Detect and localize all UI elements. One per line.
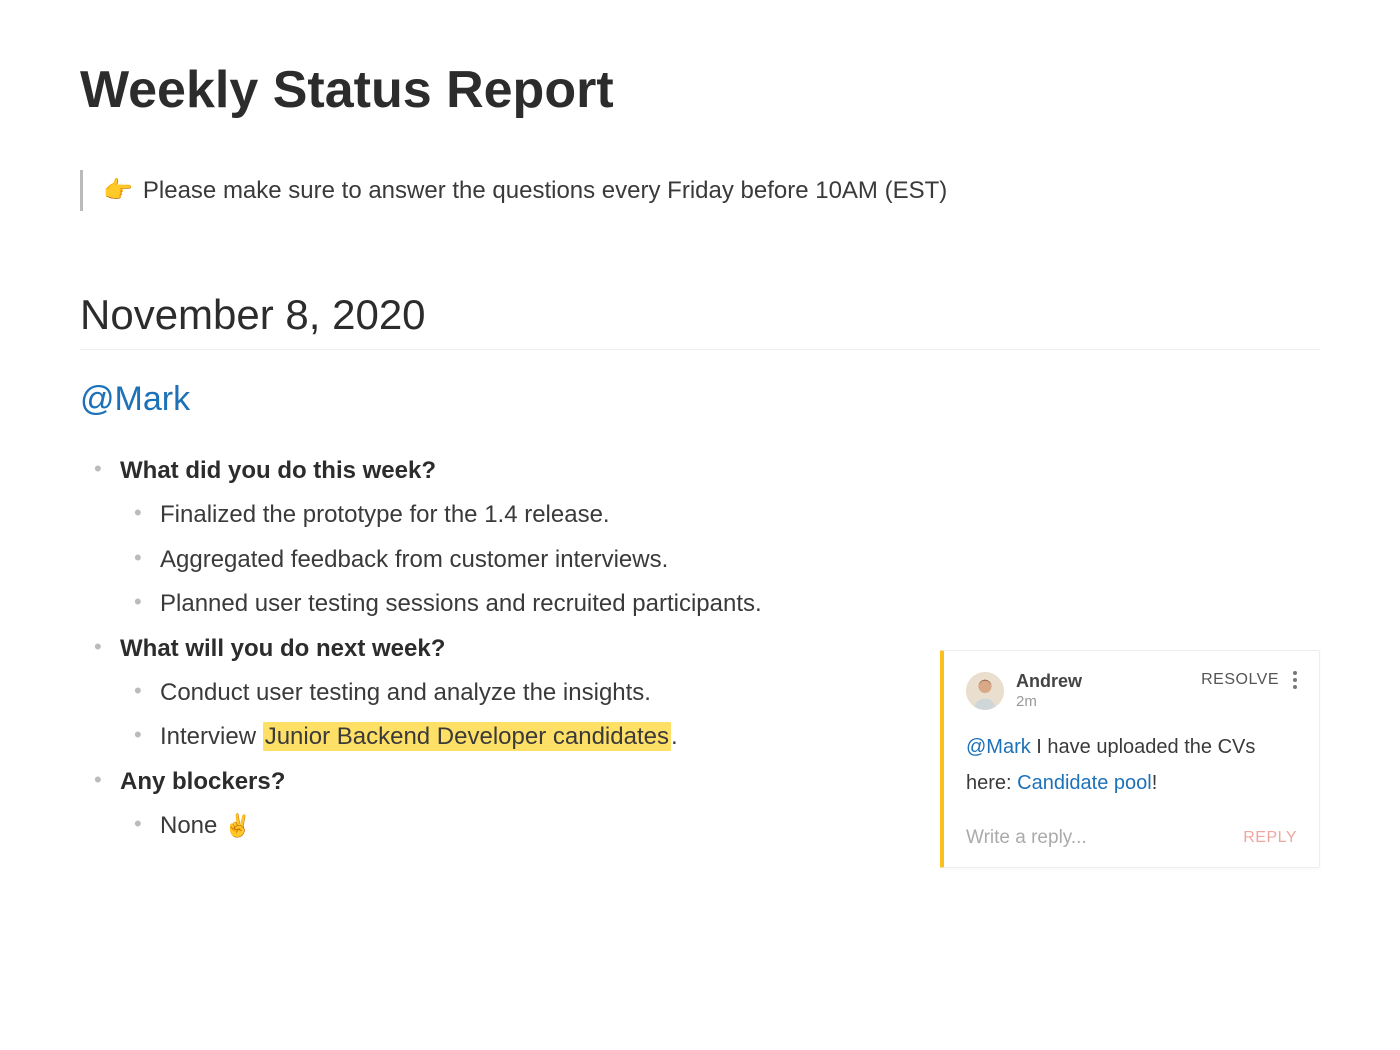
question-label: Any blockers? xyxy=(120,768,285,795)
page-title: Weekly Status Report xyxy=(80,60,1320,120)
comment-body: @Mark I have uploaded the CVs here: Cand… xyxy=(966,729,1297,801)
reply-row: REPLY xyxy=(966,827,1297,849)
list-item: Planned user testing sessions and recrui… xyxy=(120,582,1320,626)
answer-list: Finalized the prototype for the 1.4 rele… xyxy=(120,493,1320,626)
text-fragment: . xyxy=(671,723,678,750)
victory-hand-icon: ✌️ xyxy=(224,813,251,838)
comment-time: 2m xyxy=(1016,693,1082,711)
text-fragment: ! xyxy=(1152,772,1158,794)
more-options-icon[interactable] xyxy=(1293,671,1297,689)
comment-card: Andrew 2m RESOLVE @Mark I have uploaded … xyxy=(940,650,1320,868)
callout-block: 👉 Please make sure to answer the questio… xyxy=(80,170,1320,211)
text-fragment: Interview xyxy=(160,723,263,750)
callout-text: Please make sure to answer the questions… xyxy=(143,177,947,205)
list-item: Finalized the prototype for the 1.4 rele… xyxy=(120,493,1320,537)
reply-button[interactable]: REPLY xyxy=(1243,829,1297,847)
mention-link[interactable]: @Mark xyxy=(966,736,1031,758)
question-label: What will you do next week? xyxy=(120,635,445,662)
pointing-right-icon: 👉 xyxy=(103,176,133,205)
comment-author: Andrew xyxy=(1016,671,1082,693)
text-fragment: None xyxy=(160,812,224,839)
list-item: What did you do this week? Finalized the… xyxy=(80,449,1320,627)
list-item: Aggregated feedback from customer interv… xyxy=(120,538,1320,582)
question-label: What did you do this week? xyxy=(120,457,436,484)
user-mention-heading[interactable]: @Mark xyxy=(80,380,1320,419)
reply-input[interactable] xyxy=(966,827,1243,849)
date-heading: November 8, 2020 xyxy=(80,291,1320,350)
avatar[interactable] xyxy=(966,672,1004,710)
comment-user: Andrew 2m xyxy=(966,671,1082,711)
highlighted-text: Junior Backend Developer candidates xyxy=(263,722,671,751)
candidate-pool-link[interactable]: Candidate pool xyxy=(1017,772,1152,794)
comment-header: Andrew 2m RESOLVE xyxy=(966,671,1297,711)
resolve-button[interactable]: RESOLVE xyxy=(1201,671,1279,689)
